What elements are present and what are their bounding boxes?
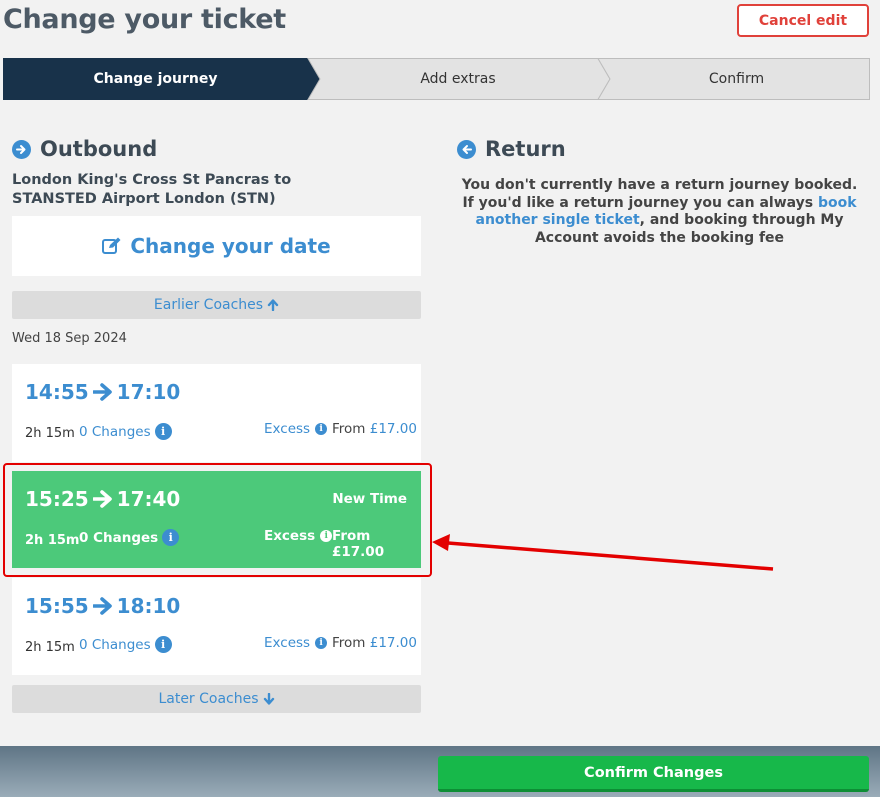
step-add-extras[interactable]: Add extras	[313, 58, 603, 100]
arrive-time: 17:10	[116, 380, 181, 404]
journey-card[interactable]: 14:55 17:10 2h 15m 0 Changes i Excess i …	[12, 364, 421, 462]
from-label: From	[332, 635, 366, 651]
journey-duration: 2h 15m	[25, 640, 75, 655]
arrow-right-icon	[92, 490, 112, 508]
edit-icon	[102, 237, 121, 254]
confirm-changes-button[interactable]: Confirm Changes	[438, 756, 869, 792]
journey-times: 15:25 17:40	[25, 487, 180, 511]
changes-label: 0 Changes	[79, 529, 159, 546]
cancel-edit-button[interactable]: Cancel edit	[737, 4, 869, 37]
route-description: London King's Cross St Pancras to STANST…	[12, 172, 292, 207]
excess-label: Excess	[264, 528, 316, 544]
depart-time: 14:55	[25, 380, 89, 404]
excess-link[interactable]: Excess i	[264, 528, 333, 544]
later-coaches-label: Later Coaches	[158, 691, 259, 707]
info-icon[interactable]: i	[162, 529, 180, 546]
return-line-2-pre: If you'd like a return journey you can a…	[462, 194, 818, 211]
excess-link[interactable]: Excess i	[264, 421, 328, 437]
arrive-time: 17:40	[116, 487, 181, 511]
arrive-time: 18:10	[116, 594, 181, 618]
return-info-text: You don't currently have a return journe…	[457, 177, 862, 247]
arrow-right-circle-icon	[12, 139, 31, 159]
changes-link[interactable]: 0 Changes i	[79, 636, 172, 653]
later-coaches-button[interactable]: Later Coaches	[12, 685, 421, 713]
arrow-down-icon	[263, 693, 274, 705]
page-title: Change your ticket	[3, 4, 286, 35]
arrow-up-icon	[267, 299, 279, 311]
earlier-coaches-button[interactable]: Earlier Coaches	[12, 291, 421, 319]
excess-label: Excess	[264, 635, 311, 651]
earlier-coaches-label: Earlier Coaches	[153, 297, 264, 313]
return-heading-label: Return	[485, 137, 566, 161]
info-icon[interactable]: i	[154, 423, 172, 440]
price-from: From £17.00	[332, 635, 417, 651]
journey-duration: 2h 15m	[25, 533, 80, 548]
price-from: From £17.00	[332, 421, 417, 437]
excess-link[interactable]: Excess i	[264, 635, 328, 651]
price-from: From £17.00	[332, 528, 421, 560]
changes-label: 0 Changes	[79, 423, 151, 440]
excess-label: Excess	[264, 421, 311, 437]
info-icon[interactable]: i	[154, 636, 172, 653]
journey-card[interactable]: 15:55 18:10 2h 15m 0 Changes i Excess i …	[12, 578, 421, 675]
journey-date: Wed 18 Sep 2024	[12, 331, 127, 346]
new-time-badge: New Time	[332, 491, 407, 507]
depart-time: 15:55	[25, 594, 89, 618]
change-date-button[interactable]: Change your date	[12, 216, 421, 276]
changes-link[interactable]: 0 Changes i	[79, 423, 172, 440]
progress-steps: Change journey Add extras Confirm	[3, 58, 870, 100]
arrow-right-icon	[92, 597, 112, 615]
depart-time: 15:25	[25, 487, 89, 511]
info-icon[interactable]: i	[315, 637, 328, 649]
info-icon[interactable]: i	[315, 423, 328, 435]
from-label: From	[332, 421, 366, 437]
arrow-right-icon	[92, 383, 112, 401]
journey-times: 15:55 18:10	[25, 594, 180, 618]
change-date-label: Change your date	[130, 234, 331, 258]
step-confirm[interactable]: Confirm	[603, 58, 870, 100]
changes-label: 0 Changes	[79, 636, 151, 653]
journey-times: 14:55 17:10	[25, 380, 180, 404]
annotation-arrow	[432, 534, 774, 571]
outbound-heading: Outbound	[12, 137, 157, 161]
return-heading: Return	[457, 137, 566, 161]
price-value: £17.00	[369, 635, 417, 651]
journey-duration: 2h 15m	[25, 426, 75, 441]
step-change-journey[interactable]: Change journey	[3, 58, 308, 100]
price-value: £17.00	[332, 544, 385, 560]
arrow-left-circle-icon	[457, 139, 476, 159]
outbound-heading-label: Outbound	[40, 137, 158, 161]
return-line-1: You don't currently have a return journe…	[461, 177, 858, 193]
info-icon[interactable]: i	[320, 530, 333, 542]
journey-card-selected[interactable]: 15:25 17:40 New Time 2h 15m 0 Changes i …	[12, 471, 421, 568]
from-label: From	[332, 528, 371, 544]
changes-link[interactable]: 0 Changes i	[79, 529, 180, 546]
price-value: £17.00	[369, 421, 417, 437]
